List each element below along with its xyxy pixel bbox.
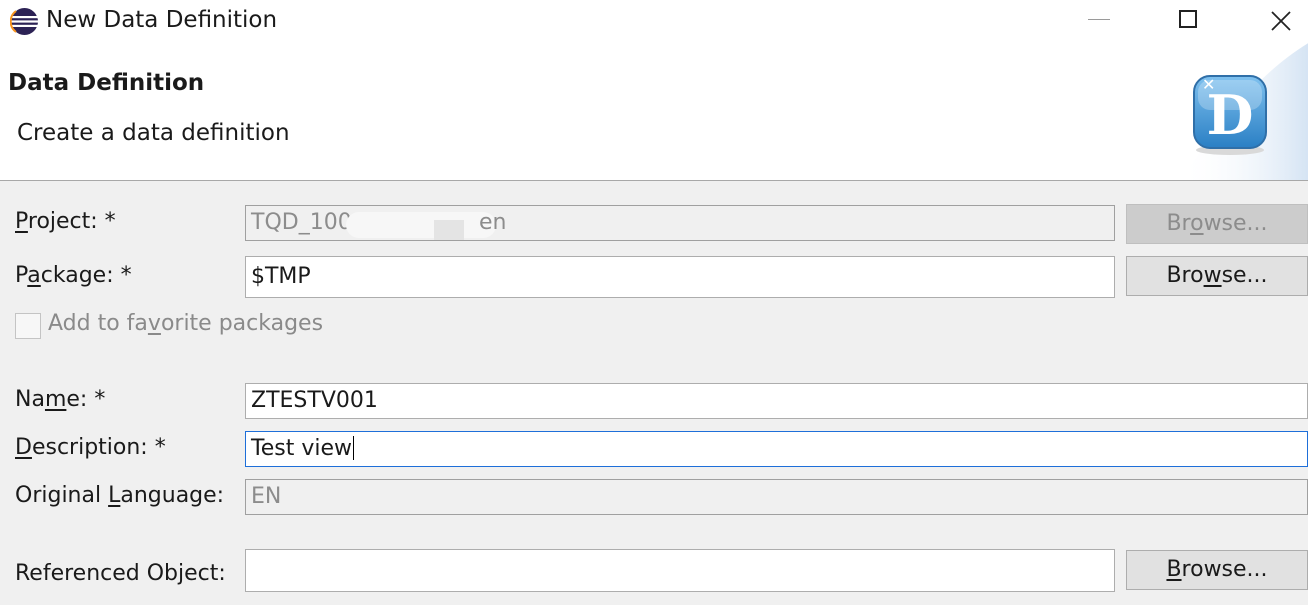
- text-caret: [352, 436, 354, 460]
- maximize-button[interactable]: [1166, 0, 1212, 42]
- favorite-packages-label: Add to favorite packages: [48, 311, 324, 336]
- title-bar: New Data Definition: [0, 0, 1308, 42]
- redaction-mark: [346, 212, 496, 238]
- svg-text:✕: ✕: [1202, 75, 1215, 94]
- favorite-packages-checkbox[interactable]: [15, 313, 41, 339]
- project-field: TQD_100 en: [245, 205, 1115, 241]
- name-input[interactable]: ZTESTV001: [245, 383, 1308, 419]
- wizard-header: Data Definition Create a data definition…: [0, 42, 1308, 180]
- referenced-object-browse-button[interactable]: Browse...: [1126, 550, 1308, 590]
- description-input[interactable]: Test view: [245, 431, 1308, 467]
- original-language-label: Original Language:: [15, 483, 225, 508]
- package-label: Package: *: [15, 263, 132, 288]
- package-input[interactable]: $TMP: [245, 256, 1115, 298]
- original-language-field: EN: [245, 479, 1308, 515]
- header-separator: [0, 180, 1308, 181]
- minimize-button[interactable]: [1075, 0, 1121, 42]
- data-definition-icon: D ✕: [1193, 75, 1267, 155]
- eclipse-icon: [10, 8, 38, 35]
- description-label: Description: *: [15, 435, 166, 460]
- referenced-object-input[interactable]: [245, 549, 1115, 592]
- close-button[interactable]: [1258, 0, 1304, 42]
- page-title: Data Definition: [8, 70, 205, 96]
- window-title: New Data Definition: [46, 7, 278, 33]
- name-label: Name: *: [15, 387, 106, 412]
- page-description: Create a data definition: [17, 120, 290, 146]
- redaction-mark: [434, 220, 464, 240]
- package-browse-button[interactable]: Browse...: [1126, 256, 1308, 296]
- referenced-object-label: Referenced Object:: [15, 561, 226, 586]
- project-browse-button[interactable]: Browse...: [1126, 204, 1308, 244]
- project-label: Project: *: [15, 209, 116, 234]
- close-icon: [1271, 11, 1291, 31]
